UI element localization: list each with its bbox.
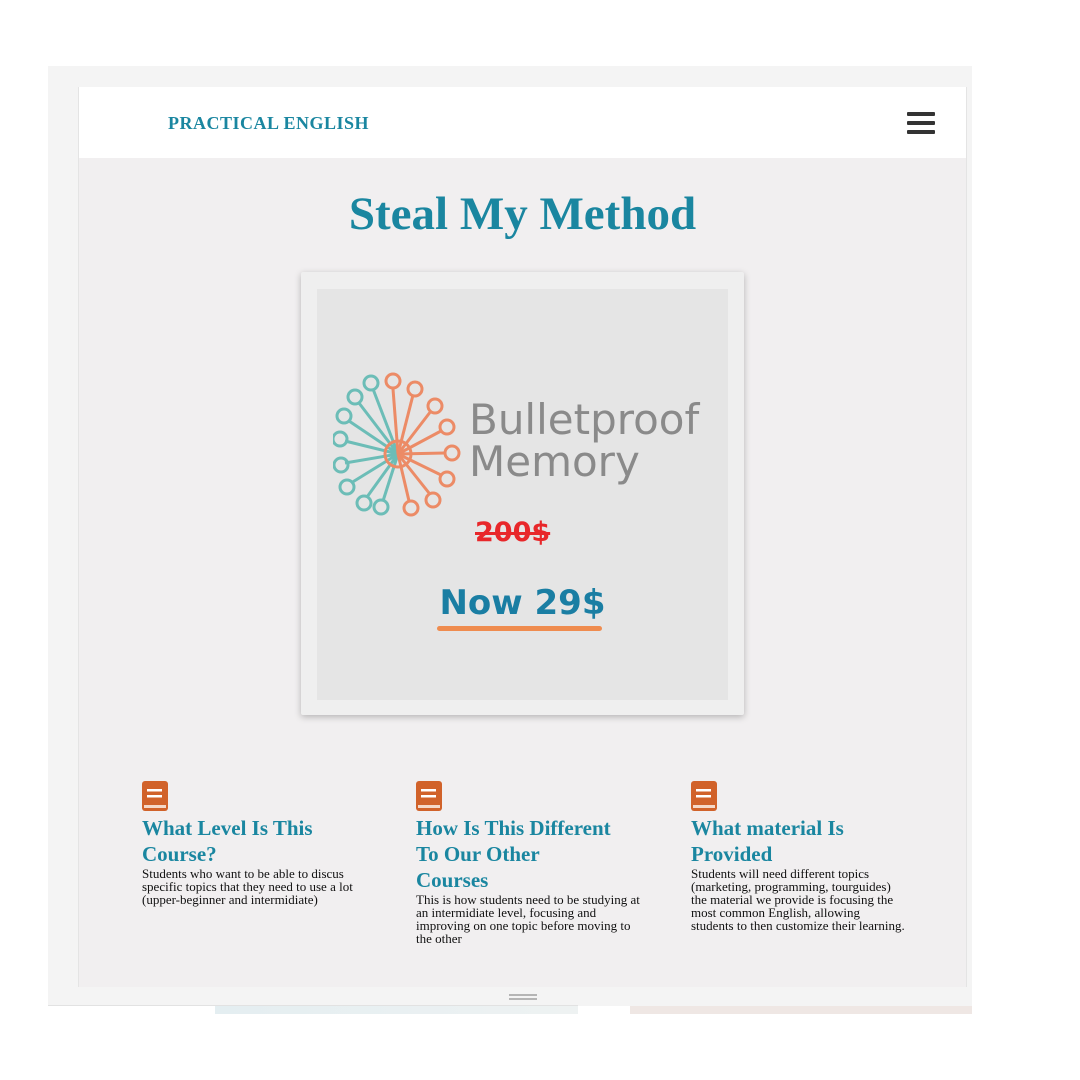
- feature-level: What Level Is This Course? Students who …: [142, 781, 362, 906]
- background-strip: [630, 1006, 972, 1014]
- brain-network-logo-icon: [333, 372, 461, 517]
- background-strip: [215, 1006, 578, 1014]
- feature-difference: How Is This Different To Our Other Cours…: [416, 781, 644, 945]
- page-title: Steal My Method: [348, 188, 697, 240]
- book-icon: [142, 781, 168, 811]
- feature-title: What material Is Provided: [691, 816, 844, 866]
- old-price: 200$: [475, 517, 551, 548]
- feature-text: This is how students need to be studying…: [416, 892, 640, 946]
- product-card[interactable]: Bulletproof Memory 200$ Now 29$: [301, 272, 744, 715]
- feature-title: How Is This Different To Our Other Cours…: [416, 816, 611, 892]
- page: PRACTICAL ENGLISH Steal My Method Bullet…: [78, 87, 967, 987]
- product-image: Bulletproof Memory 200$ Now 29$: [317, 289, 728, 700]
- navbar: PRACTICAL ENGLISH: [79, 87, 966, 158]
- logo-wordmark: Bulletproof Memory: [469, 399, 699, 483]
- feature-text: Students who want to be able to discus s…: [142, 866, 353, 907]
- price-underline: [437, 626, 602, 631]
- feature-material: What material Is Provided Students will …: [691, 781, 905, 932]
- hamburger-menu-icon[interactable]: [907, 112, 935, 134]
- book-icon: [416, 781, 442, 811]
- logo-line-2: Memory: [469, 437, 640, 486]
- resize-handle-icon[interactable]: [509, 994, 537, 1000]
- new-price: Now 29$: [439, 583, 606, 623]
- feature-title: What Level Is This Course?: [142, 816, 313, 866]
- feature-text: Students will need different topics (mar…: [691, 866, 905, 933]
- brand-link[interactable]: PRACTICAL ENGLISH: [168, 113, 369, 134]
- logo-line-1: Bulletproof: [469, 395, 700, 444]
- book-icon: [691, 781, 717, 811]
